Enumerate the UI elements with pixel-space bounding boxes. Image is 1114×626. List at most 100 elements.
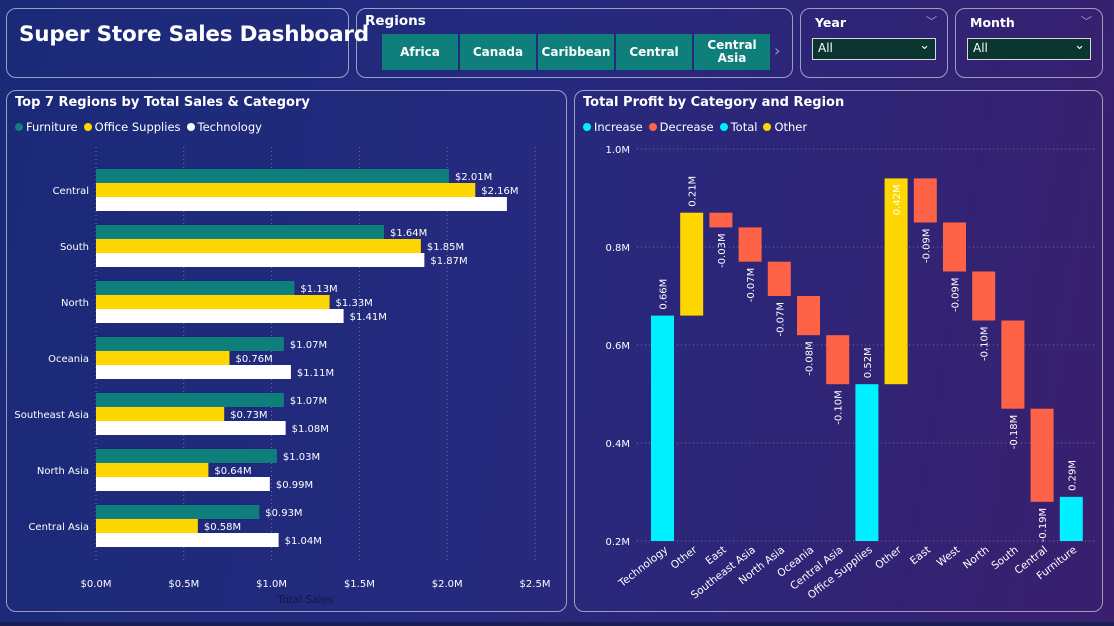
category-label: Oceania xyxy=(48,354,89,365)
category-label: Central xyxy=(53,186,89,197)
data-label: $0.99M xyxy=(276,480,313,491)
bar-office-supplies xyxy=(96,351,230,365)
page-tabs-strip xyxy=(0,622,1114,626)
data-label: -0.07M xyxy=(746,268,757,303)
category-label: Southeast Asia xyxy=(14,410,89,421)
data-label: 0.52M xyxy=(863,347,874,378)
data-label: $0.73M xyxy=(230,410,267,421)
category-label: Central Asia xyxy=(28,522,89,533)
data-label: $1.07M xyxy=(290,396,327,407)
data-label: $1.41M xyxy=(350,312,387,323)
data-label: -0.19M xyxy=(1038,508,1049,543)
y-tick-label: 0.8M xyxy=(605,243,630,254)
data-label: 0.42M xyxy=(892,184,903,215)
waterfall-bar-total xyxy=(1059,496,1083,541)
page-title: Super Store Sales Dashboard xyxy=(19,22,370,47)
region-tile-canada[interactable]: Canada xyxy=(460,34,536,70)
waterfall-bar-decrease xyxy=(972,271,996,321)
data-label: $0.76M xyxy=(235,354,272,365)
title-card: Super Store Sales Dashboard xyxy=(6,8,369,78)
data-label: $1.07M xyxy=(290,340,327,351)
dropdown-arrow-icon: ⌄ xyxy=(919,38,930,53)
region-tile-central-asia[interactable]: Central Asia xyxy=(694,34,770,70)
waterfall-bar-decrease xyxy=(826,335,850,385)
data-label: $1.03M xyxy=(283,452,320,463)
data-label: -0.09M xyxy=(951,278,962,313)
data-label: $0.93M xyxy=(265,508,302,519)
x-tick-label: $2.0M xyxy=(432,579,463,590)
category-label: Technology xyxy=(616,544,671,590)
data-label: $1.08M xyxy=(292,424,329,435)
bar-technology xyxy=(96,421,286,435)
bar-office-supplies xyxy=(96,239,421,253)
waterfall-chart-plot: 0.2M 0.4M 0.6M 0.8M 1.0M 0.66M Technology 0.21M… xyxy=(605,145,1095,602)
data-label: $2.16M xyxy=(481,186,518,197)
data-label: -0.10M xyxy=(980,327,991,362)
data-label: $1.13M xyxy=(300,284,337,295)
dropdown-arrow-icon: ⌄ xyxy=(1074,38,1085,53)
category-label: East xyxy=(908,544,933,567)
bar-technology xyxy=(96,533,279,547)
bar-furniture xyxy=(96,505,260,519)
x-tick-label: $0.5M xyxy=(168,579,199,590)
chevron-right-icon[interactable]: › xyxy=(774,41,780,60)
waterfall-bar-decrease xyxy=(767,261,791,296)
region-tile-africa[interactable]: Africa xyxy=(382,34,458,70)
waterfall-bar-total xyxy=(855,384,879,541)
waterfall-chart-card: Total Profit by Category and Region Incr… xyxy=(574,90,1103,612)
data-label: $1.33M xyxy=(336,298,373,309)
month-label: Month xyxy=(970,15,1015,30)
data-label: $1.85M xyxy=(427,242,464,253)
category-label: West xyxy=(935,544,963,569)
year-select[interactable]: All ⌄ xyxy=(812,38,936,60)
waterfall-bar-decrease xyxy=(709,212,733,228)
waterfall-bar-decrease xyxy=(1030,408,1054,502)
category-label: North xyxy=(961,544,992,572)
bar-office-supplies xyxy=(96,407,225,421)
waterfall-bar-decrease xyxy=(738,227,762,262)
chevron-down-icon[interactable]: ﹀ xyxy=(1081,13,1092,29)
category-label: North Asia xyxy=(37,466,89,477)
x-tick-label: $2.5M xyxy=(520,579,551,590)
data-label: $1.11M xyxy=(297,368,334,379)
region-tile-central[interactable]: Central xyxy=(616,34,692,70)
bar-furniture xyxy=(96,337,284,351)
x-tick-label: $0.0M xyxy=(81,579,112,590)
bar-furniture xyxy=(96,169,449,183)
waterfall-bar-decrease xyxy=(913,178,937,223)
year-label: Year xyxy=(815,15,846,30)
bar-chart-plot: $0.0M $0.5M $1.0M $1.5M $2.0M $2.5M Total Sale… xyxy=(14,147,551,606)
data-label: $1.87M xyxy=(430,256,467,267)
waterfall-bar-decrease xyxy=(1001,320,1025,409)
chevron-down-icon[interactable]: ﹀ xyxy=(926,13,937,29)
month-value: All xyxy=(973,41,988,55)
bar-furniture xyxy=(96,449,277,463)
region-tile-caribbean[interactable]: Caribbean xyxy=(538,34,614,70)
year-value: All xyxy=(818,41,833,55)
bar-furniture xyxy=(96,281,295,295)
month-select[interactable]: All ⌄ xyxy=(967,38,1091,60)
category-label: North xyxy=(61,298,89,309)
bar-office-supplies xyxy=(96,295,330,309)
regions-label: Regions xyxy=(365,13,426,29)
bar-office-supplies xyxy=(96,463,209,477)
waterfall-bar-total xyxy=(651,315,674,541)
bar-technology xyxy=(96,477,270,491)
bar-office-supplies xyxy=(96,519,198,533)
waterfall-bar-other xyxy=(680,212,704,316)
bar-furniture xyxy=(96,393,284,407)
data-label: $1.64M xyxy=(390,228,427,239)
bar-technology xyxy=(96,309,344,323)
bar-technology xyxy=(96,365,291,379)
data-label: -0.18M xyxy=(1009,415,1020,450)
y-tick-label: 0.4M xyxy=(605,439,630,450)
bar-technology xyxy=(96,253,425,267)
x-tick-label: $1.0M xyxy=(256,579,287,590)
x-axis-title: Total Sales xyxy=(277,594,334,606)
data-label: -0.10M xyxy=(834,390,845,425)
x-tick-label: $1.5M xyxy=(344,579,375,590)
regions-slicer: Regions Africa Canada Caribbean Central … xyxy=(356,8,793,78)
data-label: 0.29M xyxy=(1067,460,1078,491)
data-label: 0.21M xyxy=(688,176,699,207)
category-label: Other xyxy=(873,543,904,571)
